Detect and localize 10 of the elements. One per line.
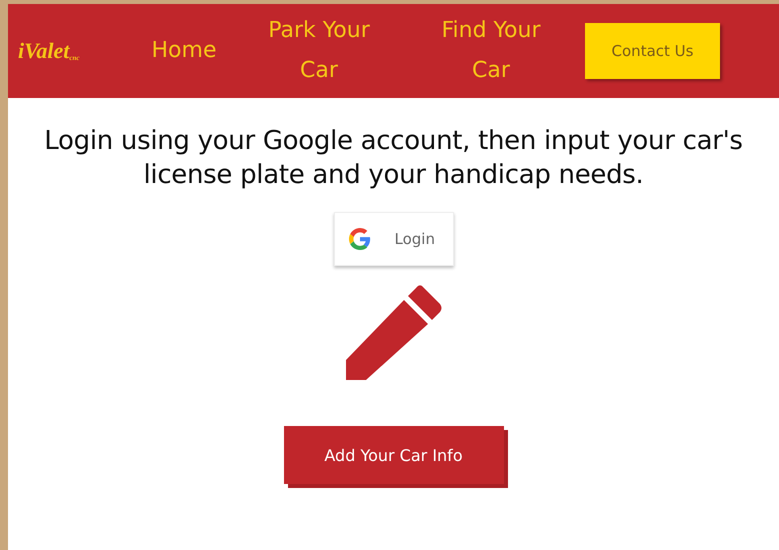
pencil-icon [344, 284, 444, 380]
nav-link[interactable]: Park Your Car [249, 11, 389, 91]
google-login-button[interactable]: Login [334, 212, 454, 266]
add-car-info-button[interactable]: Add Your Car Info [284, 426, 504, 484]
nav-link[interactable]: Find Your Car [421, 11, 561, 91]
contact-button[interactable]: Contact Us [585, 23, 720, 79]
logo-text[interactable]: iValet [18, 38, 70, 64]
google-g-icon [348, 228, 370, 250]
nav-link[interactable]: Home [144, 31, 224, 71]
instructions-heading: Login using your Google account, then input your car's license plate and your handicap needs. [43, 125, 744, 192]
